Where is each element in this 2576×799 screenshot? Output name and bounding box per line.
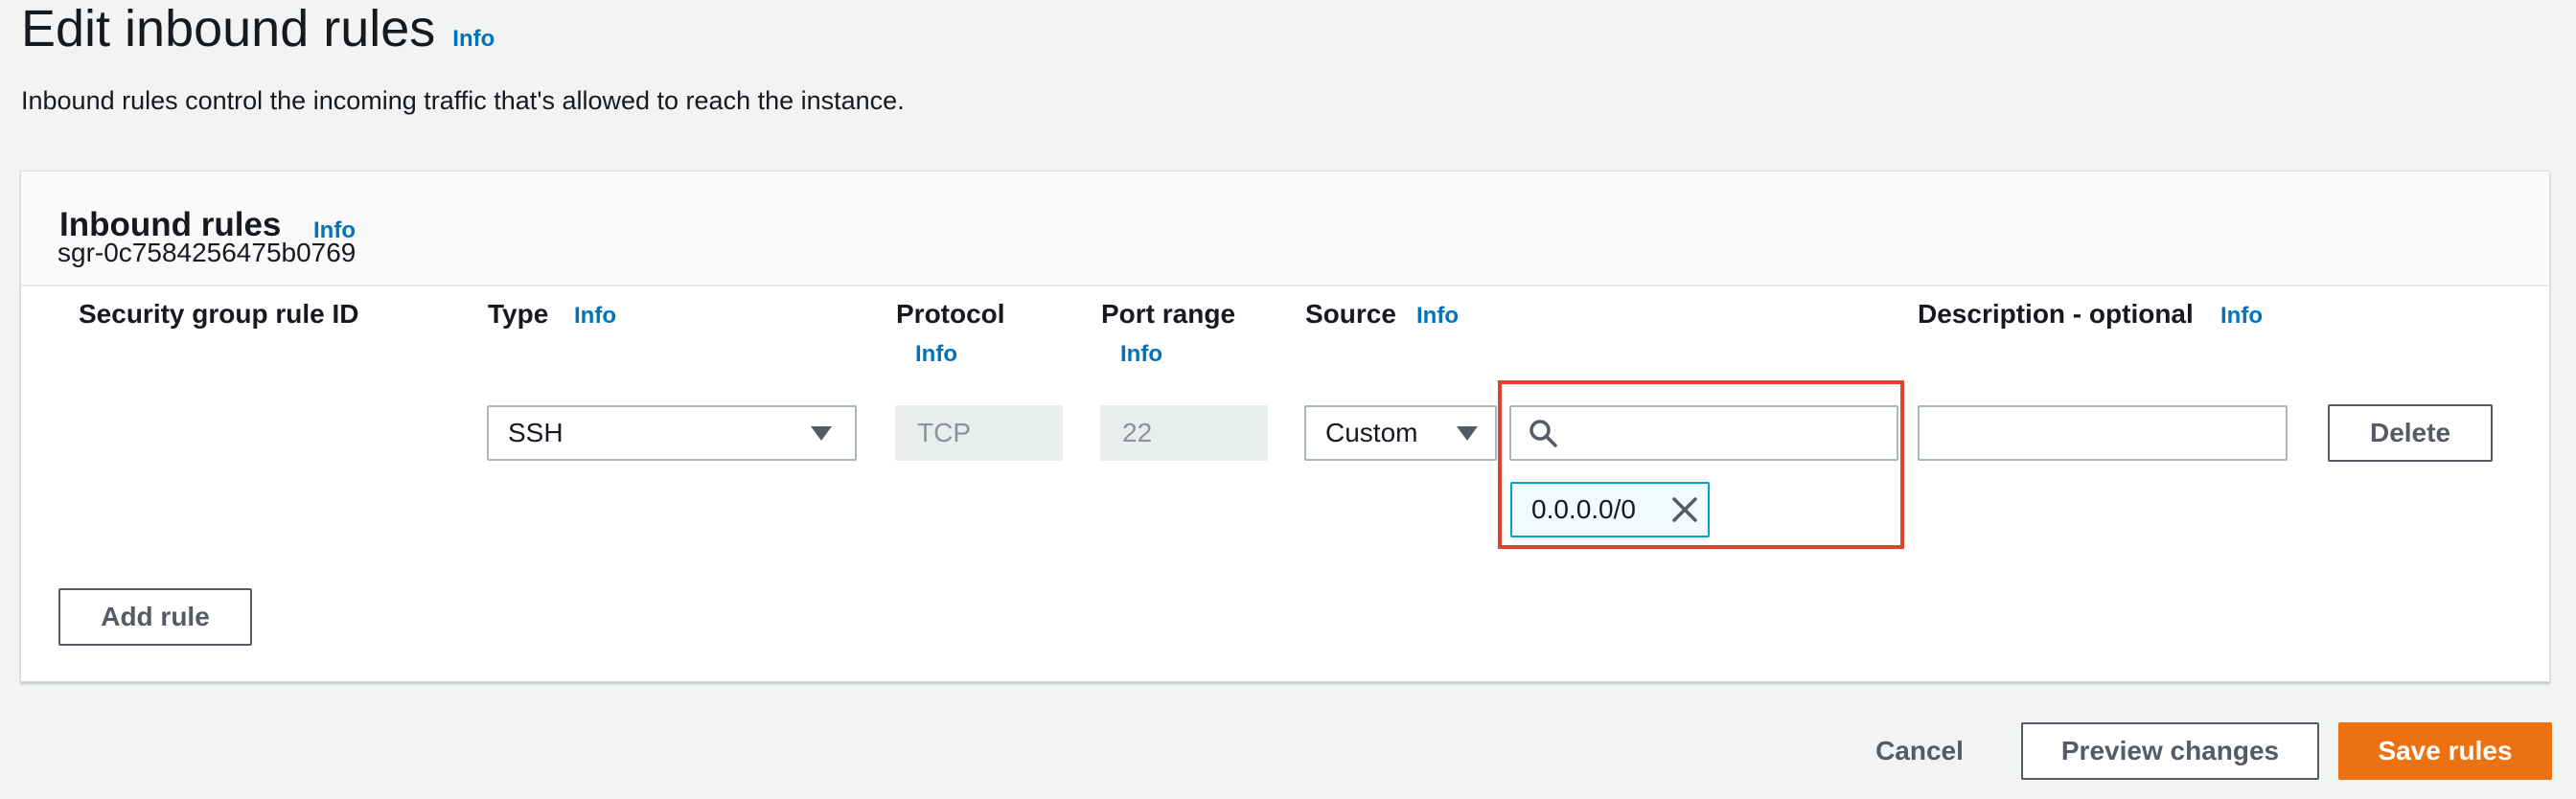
cancel-button[interactable]: Cancel [1859, 722, 1980, 780]
close-icon[interactable] [1671, 496, 1698, 523]
page-title: Edit inbound rules [21, 0, 436, 57]
page-title-info-link[interactable]: Info [452, 26, 494, 53]
column-header-protocol: Protocol [896, 299, 1005, 329]
column-header-rule-id: Security group rule ID [79, 299, 359, 329]
edit-inbound-rules-page: Edit inbound rules Info Inbound rules co… [0, 0, 2576, 799]
source-search-input[interactable] [1509, 405, 1898, 461]
delete-rule-button[interactable]: Delete [2328, 404, 2493, 462]
protocol-info-link[interactable]: Info [915, 341, 957, 368]
panel-header: Inbound rules Info [21, 171, 2549, 286]
source-search [1509, 405, 1898, 461]
type-select[interactable]: SSH [487, 405, 857, 461]
protocol-field: TCP [895, 405, 1063, 461]
page-header: Edit inbound rules Info [21, 0, 494, 57]
column-header-source: Source [1305, 299, 1396, 329]
port-range-field: 22 [1100, 405, 1268, 461]
type-select-value: SSH [508, 418, 564, 447]
description-input[interactable] [1918, 405, 2288, 461]
source-token: 0.0.0.0/0 [1510, 482, 1710, 537]
source-token-label: 0.0.0.0/0 [1531, 494, 1636, 524]
column-header-port-range: Port range [1101, 299, 1236, 329]
save-rules-button[interactable]: Save rules [2338, 722, 2552, 780]
page-description: Inbound rules control the incoming traff… [21, 86, 905, 115]
description-info-link[interactable]: Info [2220, 303, 2263, 330]
column-header-description: Description - optional [1918, 299, 2194, 329]
source-info-link[interactable]: Info [1416, 303, 1459, 330]
source-type-select[interactable]: Custom [1304, 405, 1497, 461]
add-rule-button[interactable]: Add rule [58, 588, 252, 646]
search-icon [1530, 420, 1557, 447]
caret-down-icon [1457, 426, 1478, 441]
security-group-rule-id: sgr-0c7584256475b0769 [58, 238, 356, 267]
type-info-link[interactable]: Info [574, 303, 616, 330]
caret-down-icon [811, 426, 832, 441]
column-header-type: Type [488, 299, 549, 329]
preview-changes-button[interactable]: Preview changes [2021, 722, 2319, 780]
port-range-info-link[interactable]: Info [1120, 341, 1162, 368]
source-type-select-value: Custom [1325, 418, 1418, 447]
